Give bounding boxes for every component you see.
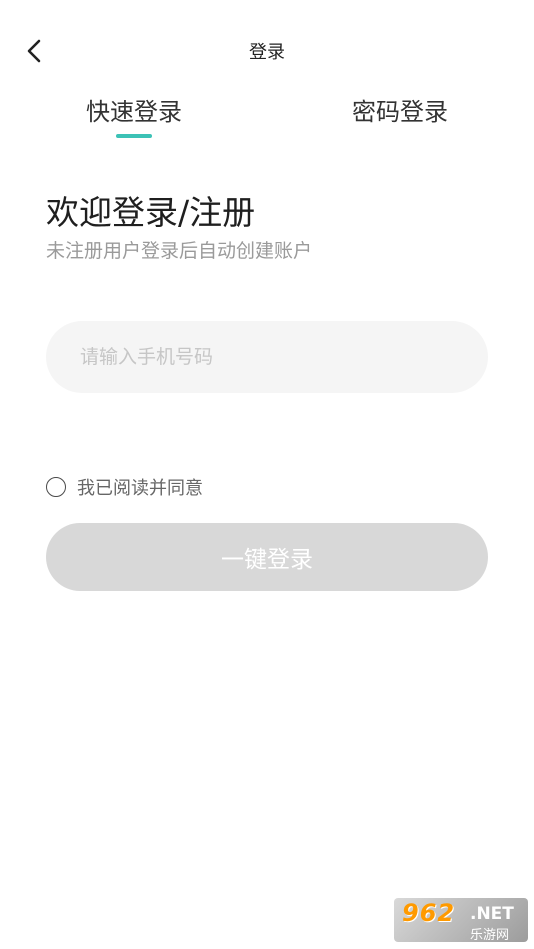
watermark-brand: 962 — [402, 899, 456, 927]
watermark-tag: 乐游网 — [470, 928, 510, 942]
phone-input[interactable] — [46, 321, 488, 393]
agree-radio[interactable] — [46, 477, 66, 497]
welcome-subtitle: 未注册用户登录后自动创建账户 — [46, 240, 313, 262]
tab-password-login[interactable]: 密码登录 — [348, 92, 452, 127]
one-click-login-button[interactable]: 一键登录 — [46, 523, 488, 591]
page-title: 登录 — [249, 42, 285, 63]
welcome-title: 欢迎登录/注册 — [46, 193, 256, 232]
nav-bar: 登录 — [0, 22, 534, 78]
agree-label[interactable]: 我已阅读并同意 — [77, 474, 203, 500]
tab-quick-login[interactable]: 快速登录 — [82, 92, 186, 127]
watermark-domain: .NET — [470, 904, 514, 924]
watermark-logo: 962 .NET 乐游网 — [394, 898, 528, 942]
login-tabs: 快速登录 密码登录 — [0, 86, 534, 146]
agreement-row: 我已阅读并同意 — [46, 474, 203, 500]
active-tab-indicator — [116, 134, 152, 138]
